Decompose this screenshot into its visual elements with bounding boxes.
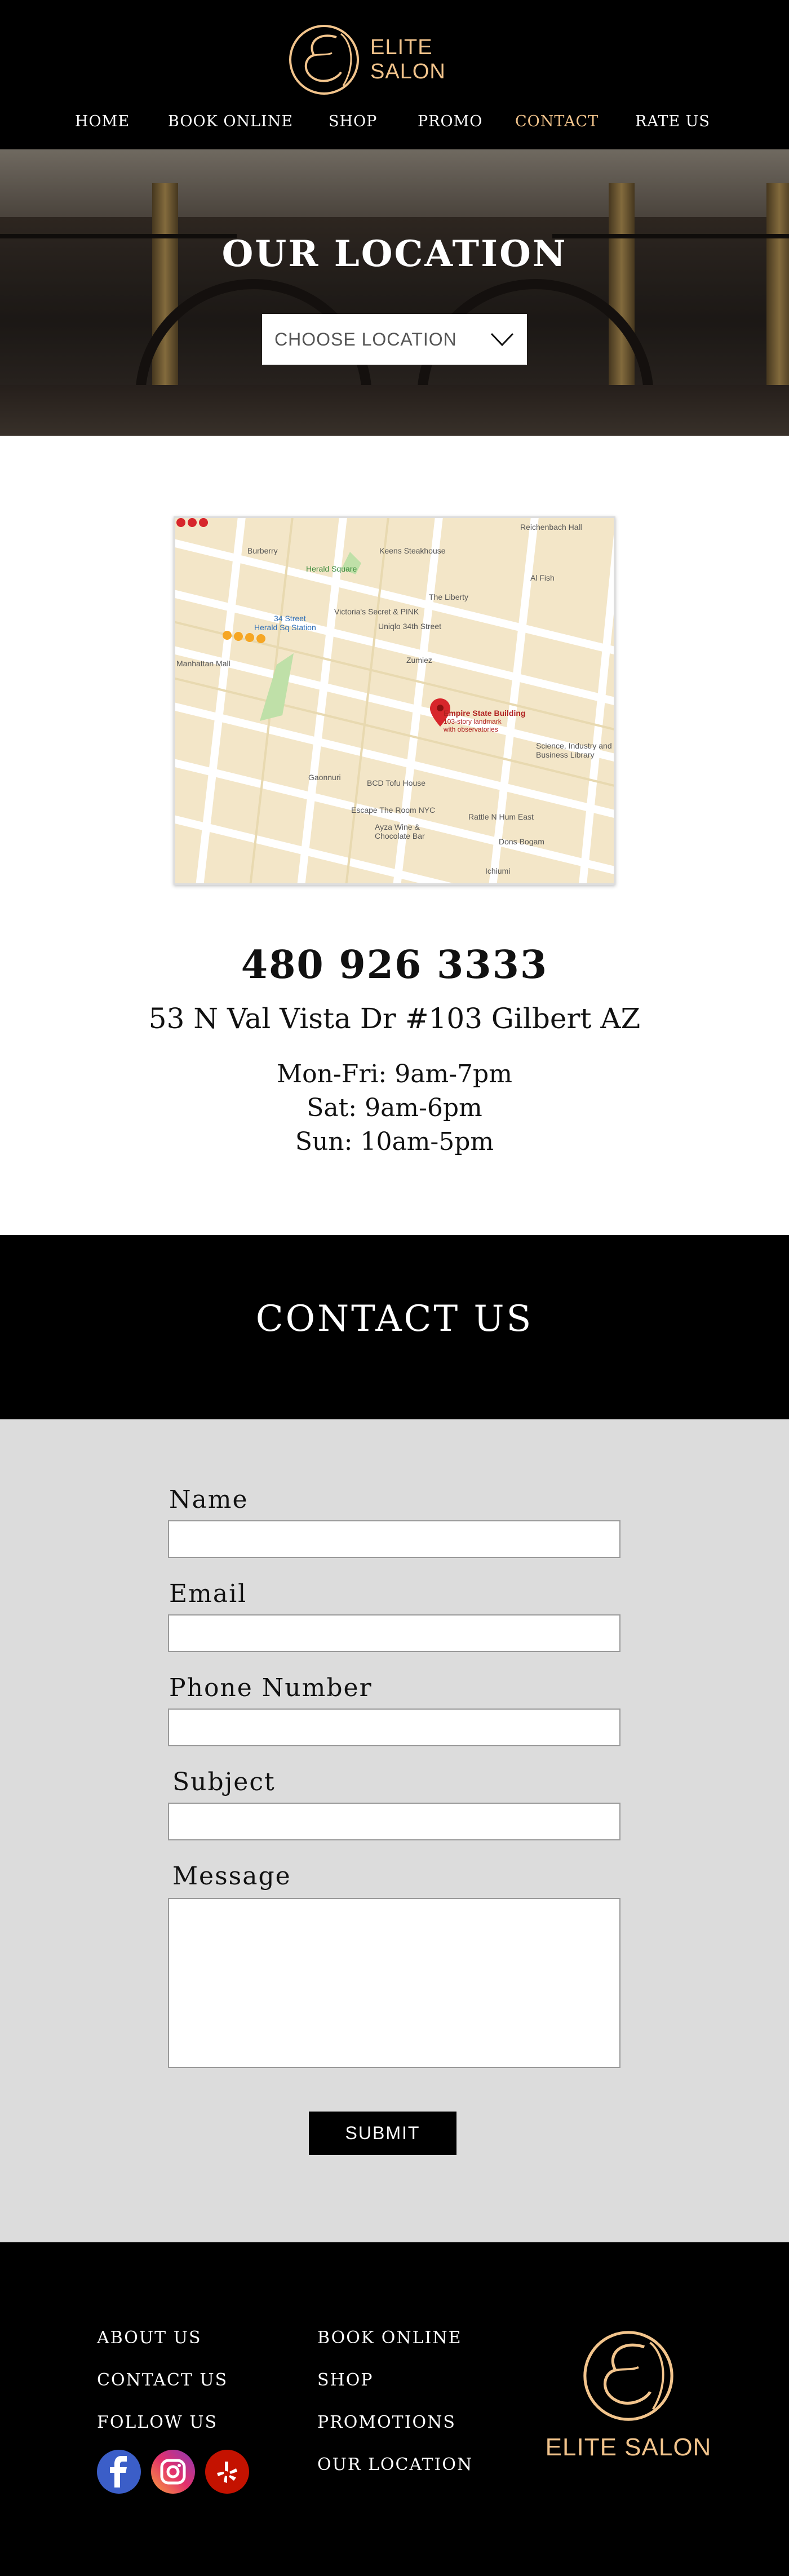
choose-location-dropdown[interactable]: CHOOSE LOCATION [262,314,527,365]
map-label: Burberry [247,546,278,555]
page-title: OUR LOCATION [221,233,568,275]
map-label: 103-story landmark [444,718,502,725]
footer-logo[interactable]: ELITE SALON [535,2325,721,2466]
phone-label: Phone Number [169,1674,373,1702]
hours-weekday: Mon-Fri: 9am-7pm [277,1060,512,1088]
map-label: Rattle N Hum East [468,812,534,821]
footer-about-us[interactable]: ABOUT US [97,2328,202,2348]
salon-phone[interactable]: 480 926 3333 [0,942,789,988]
map-label: Science, Industry and Business Library [536,741,612,759]
map-label: Reichenbach Hall [520,523,582,532]
logo-text: ELITE SALON [370,36,446,83]
subject-field[interactable] [168,1803,620,1840]
facebook-icon[interactable] [97,2450,141,2494]
hours-saturday: Sat: 9am-6pm [307,1094,482,1122]
name-field[interactable] [168,1520,620,1558]
map-label: with observatories [444,725,498,733]
nav-rate-us[interactable]: RATE US [635,113,710,130]
footer-logo-text: ELITE SALON [545,2433,712,2461]
map-label: Escape The Room NYC [351,805,436,815]
email-field[interactable] [168,1614,620,1652]
footer-shop[interactable]: SHOP [317,2370,374,2390]
yelp-icon[interactable] [205,2450,249,2494]
map-label: Al Fish [530,573,555,582]
nav-contact[interactable]: CONTACT [515,113,599,130]
map-label: Herald Square [306,564,357,573]
message-label: Message [172,1862,291,1891]
hours-sunday: Sun: 10am-5pm [295,1127,494,1156]
logo-e-icon [285,20,364,99]
phone-field[interactable] [168,1709,620,1746]
nav-promo[interactable]: PROMO [418,113,482,130]
salon-address: 53 N Val Vista Dr #103 Gilbert AZ [148,1002,641,1035]
footer-book-online[interactable]: BOOK ONLINE [317,2328,462,2348]
map-label: Gaonnuri [308,773,341,782]
map-label: Dons Bogam [499,837,544,846]
map-label: Uniqlo 34th Street [378,622,442,631]
page: ELITE SALON HOME BOOK ONLINE SHOP PROMO … [0,0,789,2576]
submit-button[interactable]: SUBMIT [309,2112,456,2155]
name-label: Name [169,1485,249,1514]
message-field[interactable] [168,1898,620,2068]
map-label: Victoria's Secret & PINK [334,607,419,616]
map-label: Manhattan Mall [176,659,231,668]
subject-label: Subject [172,1768,276,1796]
nav-shop[interactable]: SHOP [329,113,377,130]
map-label: The Liberty [429,592,469,601]
nav-home[interactable]: HOME [75,113,130,130]
instagram-icon[interactable] [151,2450,195,2494]
footer-contact-us[interactable]: CONTACT US [97,2370,228,2390]
map-label: Ayza Wine & Chocolate Bar [375,822,425,840]
nav-book-online[interactable]: BOOK ONLINE [168,113,293,130]
main-nav: HOME BOOK ONLINE SHOP PROMO CONTACT RATE… [0,113,789,135]
footer-promotions[interactable]: PROMOTIONS [317,2413,456,2432]
site-header: ELITE SALON HOME BOOK ONLINE SHOP PROMO … [0,0,789,149]
location-map[interactable]: Reichenbach Hall Burberry Keens Steakhou… [174,516,615,885]
salon-hours: Mon-Fri: 9am-7pm Sat: 9am-6pm Sun: 10am-… [0,1057,789,1159]
map-label: Keens Steakhouse [379,546,446,555]
logo-e-icon [583,2331,673,2421]
contact-title: CONTACT US [255,1298,534,1340]
map-label: Zumiez [406,656,432,665]
footer-our-location[interactable]: OUR LOCATION [317,2455,473,2475]
hero-banner: OUR LOCATION CHOOSE LOCATION [0,149,789,436]
contact-header: CONTACT US [0,1235,789,1419]
footer-follow-us: FOLLOW US [97,2413,218,2432]
dropdown-label: CHOOSE LOCATION [274,329,457,349]
map-label: Ichiumi [485,866,511,875]
map-label: 34 Street [274,614,306,623]
site-logo[interactable]: ELITE SALON [285,20,510,99]
map-label: BCD Tofu House [367,778,426,787]
map-label: Empire State Building [444,709,526,718]
map-label: Herald Sq Station [254,623,316,632]
chevron-down-icon [490,333,514,347]
email-label: Email [169,1579,247,1608]
